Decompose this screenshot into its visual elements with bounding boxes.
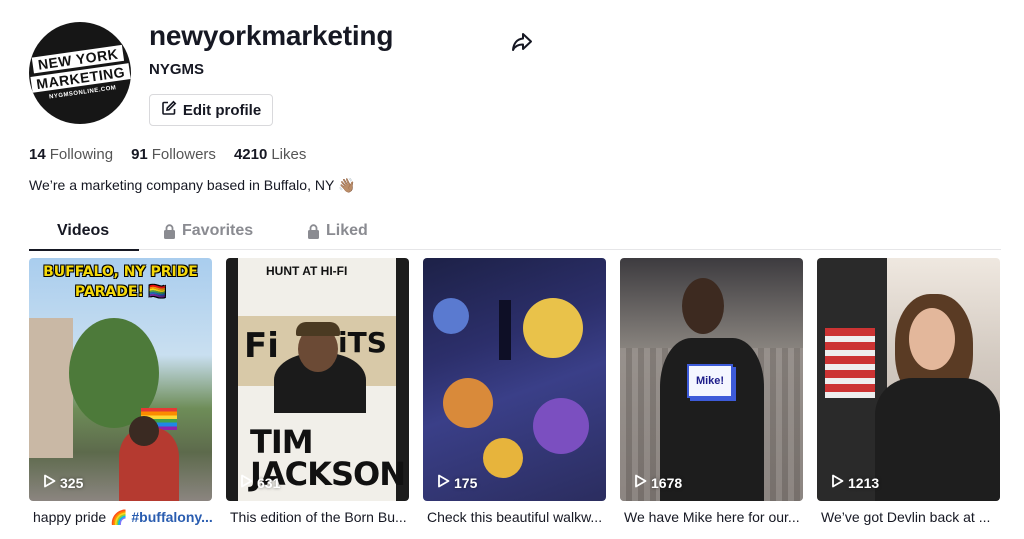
thumb-hunt-text: HUNT AT HI-FI [266, 264, 348, 278]
thumb-person-face [909, 308, 955, 370]
thumb-fi-text: Fi [244, 326, 279, 366]
avatar-logo: NEW YORK MARKETING NYGMSONLINE.COM [29, 43, 131, 102]
share-arrow-icon[interactable] [510, 30, 534, 54]
video-thumbnail[interactable]: BUFFALO, NY PRIDE PARADE! 🏳️‍🌈 325 [29, 258, 212, 501]
video-caption[interactable]: happy pride 🌈 #buffalony... [29, 509, 212, 526]
video-thumbnail[interactable]: HUNT AT HI-FI Fi iTS TIM JACKSON 631 [226, 258, 409, 501]
play-icon [437, 474, 450, 491]
profile-stats: 14 Following 91 Followers 4210 Likes [29, 146, 306, 163]
likes-stat: 4210 Likes [234, 146, 306, 163]
video-thumbnail[interactable]: 1213 [817, 258, 1000, 501]
view-count-value: 175 [454, 474, 478, 491]
caption-hashtag[interactable]: #buffalony... [131, 509, 212, 525]
video-grid: BUFFALO, NY PRIDE PARADE! 🏳️‍🌈 325 happy… [29, 258, 1000, 526]
profile-avatar[interactable]: NEW YORK MARKETING NYGMSONLINE.COM [29, 22, 131, 124]
view-count: 631 [240, 474, 280, 491]
thumb-mural-flower [523, 298, 583, 358]
caption-text: happy pride 🌈 [33, 509, 132, 525]
thumb-name-sticker: Mike! [687, 364, 733, 398]
edit-pencil-icon [161, 100, 177, 120]
tab-favorites-label: Favorites [182, 222, 254, 239]
video-thumbnail[interactable]: Mike! 1678 [620, 258, 803, 501]
thumb-person-head [682, 278, 724, 334]
video-card[interactable]: 1213 We’ve got Devlin back at ... [817, 258, 1000, 526]
profile-nickname: NYGMS [149, 61, 205, 78]
video-caption[interactable]: We’ve got Devlin back at ... [817, 509, 1000, 525]
thumb-house [29, 318, 73, 458]
play-icon [634, 474, 647, 491]
thumb-overlay-text: BUFFALO, NY PRIDE PARADE! 🏳️‍🌈 [29, 262, 212, 302]
followers-count: 91 [131, 146, 148, 163]
view-count-value: 1678 [651, 474, 683, 491]
view-count: 1213 [831, 474, 879, 491]
view-count: 1678 [634, 474, 682, 491]
followers-stat[interactable]: 91 Followers [131, 146, 216, 163]
view-count-value: 631 [257, 474, 281, 491]
thumb-person-head [129, 416, 159, 446]
lock-icon [163, 222, 176, 244]
thumb-mural-flower [483, 438, 523, 478]
tab-videos[interactable]: Videos [29, 222, 140, 251]
edit-profile-label: Edit profile [182, 101, 262, 119]
play-icon [43, 474, 56, 491]
thumb-overlay-line-2: PARADE! 🏳️‍🌈 [74, 284, 167, 300]
thumb-overlay-line-1: BUFFALO, NY PRIDE [43, 264, 198, 280]
view-count-value: 1213 [848, 474, 880, 491]
thumb-mural-flower [443, 378, 493, 428]
thumb-its-text: iTS [338, 326, 387, 359]
video-caption[interactable]: This edition of the Born Bu... [226, 509, 409, 525]
video-thumbnail[interactable]: 175 [423, 258, 606, 501]
video-card[interactable]: HUNT AT HI-FI Fi iTS TIM JACKSON 631 Thi… [226, 258, 409, 526]
profile-tabs: Videos Favorites Liked [29, 222, 1001, 251]
following-count: 14 [29, 146, 46, 163]
view-count-value: 325 [60, 474, 84, 491]
tab-liked[interactable]: Liked [307, 222, 368, 250]
likes-count: 4210 [233, 146, 268, 163]
edit-profile-button[interactable]: Edit profile [149, 94, 273, 126]
following-stat[interactable]: 14 Following [29, 146, 113, 163]
view-count: 325 [43, 474, 83, 491]
play-icon [240, 474, 253, 491]
video-caption[interactable]: We have Mike here for our... [620, 509, 803, 525]
play-icon [831, 474, 844, 491]
video-card[interactable]: 175 Check this beautiful walkw... [423, 258, 606, 526]
view-count: 175 [437, 474, 477, 491]
video-card[interactable]: BUFFALO, NY PRIDE PARADE! 🏳️‍🌈 325 happy… [29, 258, 212, 526]
thumb-mural-flower [533, 398, 589, 454]
thumb-window [499, 300, 511, 360]
likes-label: Likes [271, 146, 307, 163]
video-card[interactable]: Mike! 1678 We have Mike here for our... [620, 258, 803, 526]
active-tab-underline [29, 249, 140, 251]
tab-liked-label: Liked [326, 222, 368, 239]
lock-icon [307, 222, 320, 244]
following-label: Following [49, 146, 114, 163]
thumb-records [825, 328, 875, 398]
followers-label: Followers [151, 146, 216, 163]
thumb-person [875, 378, 1000, 501]
tab-videos-label: Videos [57, 222, 110, 239]
profile-bio: We’re a marketing company based in Buffa… [29, 177, 356, 193]
profile-username: newyorkmarketing [149, 20, 394, 51]
tab-favorites[interactable]: Favorites [163, 222, 253, 250]
thumb-mural-flower [433, 298, 469, 334]
video-caption[interactable]: Check this beautiful walkw... [423, 509, 606, 525]
thumb-person-cap [296, 322, 340, 336]
thumb-name-line-1: TIM [250, 423, 314, 461]
